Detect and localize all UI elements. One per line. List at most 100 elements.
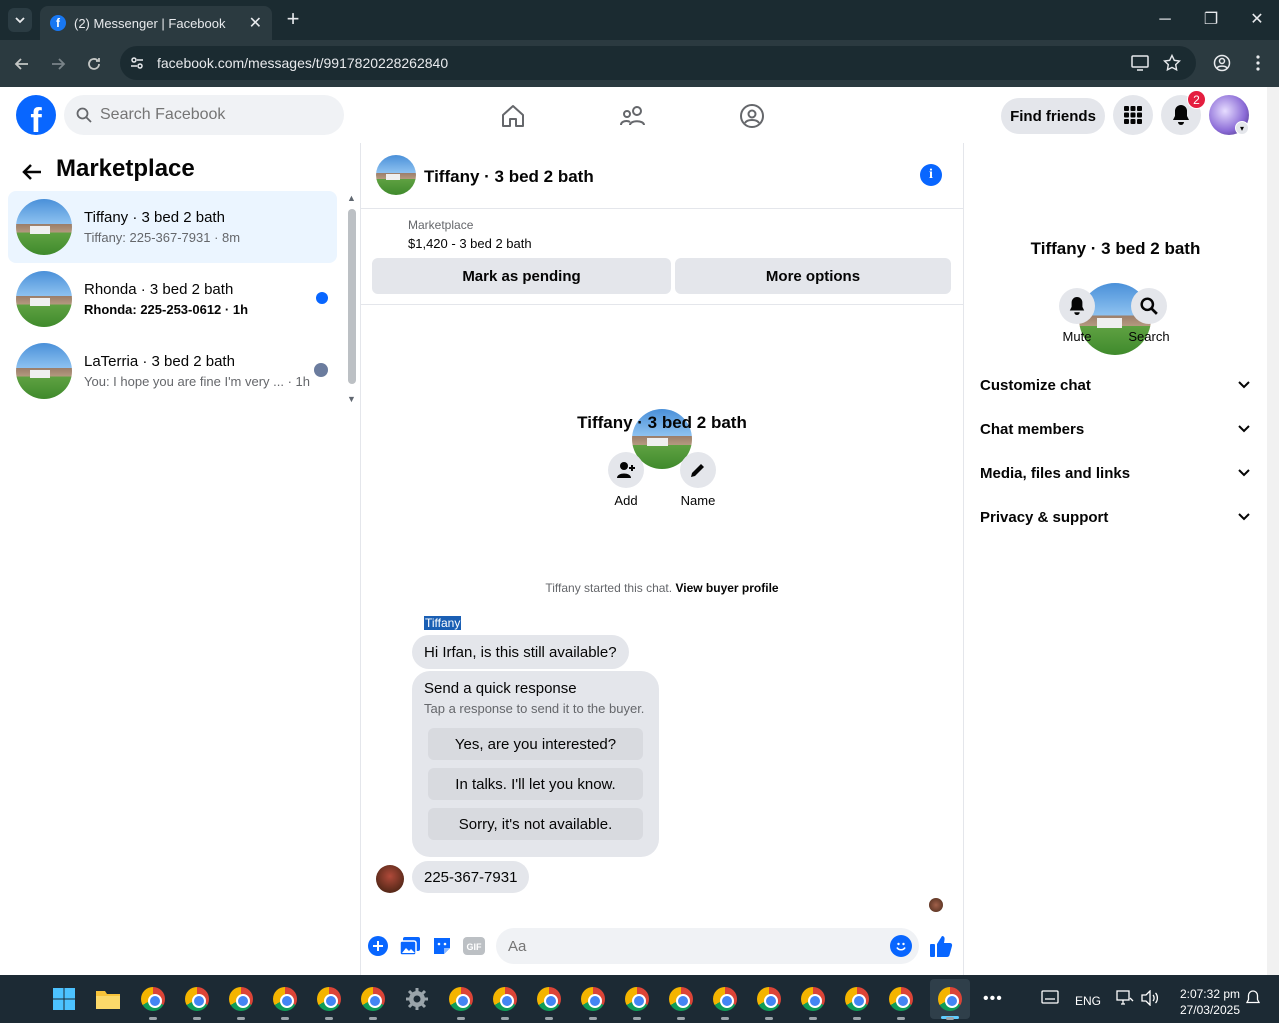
url-text[interactable]: facebook.com/messages/t/9917820228262840 [157, 55, 448, 71]
mark-as-pending-button[interactable]: Mark as pending [372, 258, 671, 294]
forward-button[interactable] [45, 51, 71, 77]
windows-logo-icon [53, 988, 75, 1010]
chrome-taskbar-button[interactable] [181, 983, 213, 1015]
chrome-taskbar-button[interactable] [533, 983, 565, 1015]
find-friends-button[interactable]: Find friends [1001, 98, 1105, 134]
scroll-down-icon[interactable]: ▼ [347, 394, 356, 404]
chat-avatar[interactable] [376, 155, 416, 195]
volume-icon[interactable] [1141, 990, 1159, 1006]
quick-reply-button[interactable]: Sorry, it's not available. [428, 808, 643, 840]
back-button[interactable] [9, 51, 35, 77]
chrome-taskbar-button[interactable] [225, 983, 257, 1015]
privacy-support-section[interactable]: Privacy & support [972, 497, 1258, 537]
maximize-button[interactable]: ❐ [1196, 8, 1226, 32]
chrome-taskbar-button[interactable] [577, 983, 609, 1015]
reload-button[interactable] [81, 51, 107, 77]
clock-date: 27/03/2025 [1179, 1003, 1240, 1017]
message-composer[interactable] [496, 928, 919, 964]
attach-photo-button[interactable] [399, 935, 421, 957]
chrome-taskbar-button[interactable] [753, 983, 785, 1015]
chevron-down-icon[interactable]: ▾ [1235, 121, 1249, 135]
clock[interactable]: 2:07:32 pm 27/03/2025 [1172, 986, 1240, 1018]
chrome-taskbar-button[interactable] [445, 983, 477, 1015]
notification-center-icon[interactable] [1246, 990, 1260, 1006]
profile-icon[interactable] [1211, 52, 1233, 74]
message-input[interactable] [508, 937, 878, 955]
chrome-taskbar-button[interactable] [313, 983, 345, 1015]
start-button[interactable] [48, 983, 80, 1015]
chrome-taskbar-button[interactable] [357, 983, 389, 1015]
customize-chat-section[interactable]: Customize chat [972, 365, 1258, 405]
edit-name-button[interactable] [680, 452, 716, 488]
running-indicator [237, 1017, 245, 1020]
chrome-taskbar-button[interactable] [269, 983, 301, 1015]
chrome-taskbar-button[interactable] [621, 983, 653, 1015]
site-info-icon[interactable] [126, 52, 148, 74]
running-indicator [369, 1017, 377, 1020]
chrome-taskbar-button[interactable] [797, 983, 829, 1015]
listing-price[interactable]: $1,420 - 3 bed 2 bath [408, 236, 532, 251]
gif-button[interactable]: GIF [463, 935, 485, 957]
name-label: Name [680, 493, 716, 508]
menu-button[interactable] [1113, 95, 1153, 135]
chat-members-section[interactable]: Chat members [972, 409, 1258, 449]
tab-list-button[interactable] [8, 8, 32, 32]
language-indicator[interactable]: ENG [1075, 992, 1101, 1010]
like-thumb-icon[interactable] [928, 933, 954, 959]
install-app-icon[interactable] [1129, 52, 1151, 74]
chrome-taskbar-button[interactable] [841, 983, 873, 1015]
keyboard-icon[interactable] [1041, 990, 1059, 1004]
settings-taskbar-button[interactable] [401, 983, 433, 1015]
chrome-taskbar-button[interactable] [665, 983, 697, 1015]
message-bubble[interactable]: Hi Irfan, is this still available? [412, 635, 629, 669]
photo-icon [400, 937, 420, 955]
bookmark-star-icon[interactable] [1161, 52, 1183, 74]
running-indicator [501, 1017, 509, 1020]
home-nav[interactable] [497, 100, 529, 132]
friends-nav[interactable] [617, 100, 649, 132]
chat-title[interactable]: Tiffany · 3 bed 2 bath [424, 167, 594, 187]
scroll-up-icon[interactable]: ▲ [347, 193, 356, 203]
more-options-button[interactable]: More options [675, 258, 951, 294]
network-icon[interactable] [1116, 990, 1134, 1006]
page-scrollbar[interactable] [1267, 87, 1279, 975]
facebook-logo-icon[interactable]: f [16, 95, 56, 135]
close-window-button[interactable]: ✕ [1242, 8, 1272, 32]
info-icon[interactable]: i [920, 164, 942, 186]
search-in-chat-button[interactable] [1131, 288, 1167, 324]
groups-nav[interactable] [736, 100, 768, 132]
quick-reply-button[interactable]: Yes, are you interested? [428, 728, 643, 760]
running-indicator [633, 1017, 641, 1020]
more-apps-icon[interactable]: ••• [983, 990, 1003, 1008]
chrome-taskbar-button[interactable] [934, 983, 966, 1015]
close-tab-icon[interactable]: ✕ [249, 13, 262, 33]
conversation-item[interactable]: Tiffany · 3 bed 2 bath Tiffany: 225-367-… [8, 191, 337, 263]
new-tab-button[interactable]: + [282, 8, 304, 32]
chrome-taskbar-button[interactable] [489, 983, 521, 1015]
message-bubble[interactable]: 225-367-7931 [412, 861, 530, 893]
sticker-button[interactable] [431, 935, 453, 957]
chrome-taskbar-button[interactable] [709, 983, 741, 1015]
chrome-taskbar-button[interactable] [137, 983, 169, 1015]
search-bar[interactable] [64, 95, 344, 135]
view-buyer-profile-link[interactable]: View buyer profile [675, 581, 778, 595]
browser-menu-icon[interactable] [1247, 52, 1269, 74]
back-arrow-icon[interactable] [20, 160, 44, 184]
search-input[interactable] [100, 106, 320, 124]
chrome-icon [938, 987, 962, 1011]
file-explorer-button[interactable] [92, 983, 124, 1015]
chrome-taskbar-button[interactable] [885, 983, 917, 1015]
list-scrollbar-thumb[interactable] [348, 209, 356, 384]
sender-avatar[interactable] [376, 865, 404, 893]
browser-tab[interactable]: f (2) Messenger | Facebook ✕ [40, 6, 272, 40]
conversation-item[interactable]: LaTerria · 3 bed 2 bath You: I hope you … [8, 335, 337, 407]
conversation-item[interactable]: Rhonda · 3 bed 2 bath Rhonda: 225-253-06… [8, 263, 337, 335]
media-files-links-section[interactable]: Media, files and links [972, 453, 1258, 493]
quick-reply-button[interactable]: In talks. I'll let you know. [428, 768, 643, 800]
quick-response-title: Send a quick response [424, 680, 577, 697]
minimize-button[interactable]: ─ [1150, 8, 1180, 32]
add-person-button[interactable] [608, 452, 644, 488]
mute-button[interactable] [1059, 288, 1095, 324]
emoji-icon[interactable] [890, 935, 912, 957]
more-actions-button[interactable] [367, 935, 389, 957]
